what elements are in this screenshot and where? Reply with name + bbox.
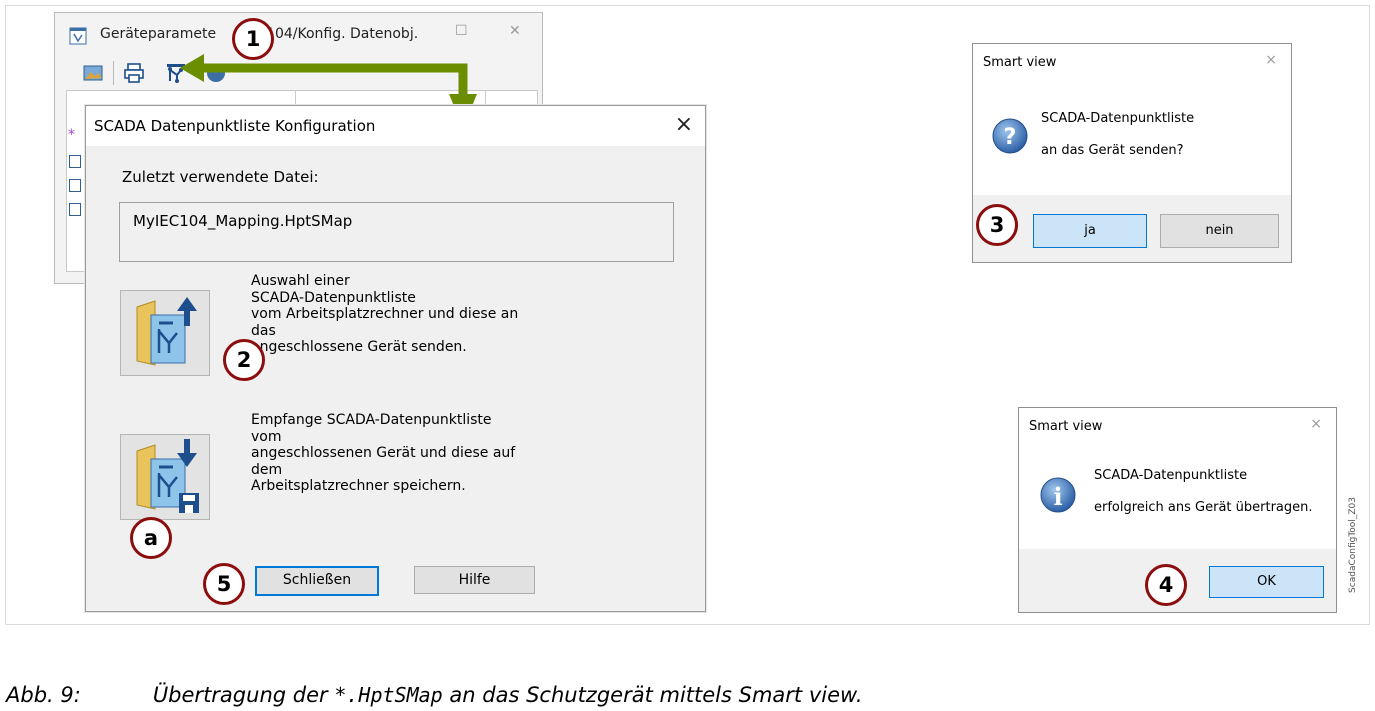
tree-item-icon[interactable] [69, 203, 81, 216]
frame-right [1369, 5, 1370, 625]
receive-list-button[interactable] [120, 434, 210, 520]
callout-1: 1 [232, 18, 274, 60]
frame-bottom [5, 624, 1370, 625]
info-close-icon[interactable]: × [1310, 416, 1322, 432]
tree-item-icon[interactable] [69, 179, 81, 192]
maximize-icon[interactable]: ☐ [455, 23, 468, 39]
send-list-button[interactable] [120, 290, 210, 376]
svg-text:i: i [1053, 482, 1062, 511]
last-file-value: MyIEC104_Mapping.HptSMap [133, 212, 353, 230]
callout-5: 5 [203, 563, 245, 605]
callout-2: 2 [223, 339, 265, 381]
print-icon[interactable] [123, 62, 145, 84]
dialog-close-icon[interactable]: × [675, 112, 693, 137]
callout-a: a [130, 517, 172, 559]
send-description: Auswahl einer SCADA-Datenpunktliste vom … [251, 273, 519, 355]
last-file-field: MyIEC104_Mapping.HptSMap [119, 202, 674, 262]
callout-3: 3 [976, 204, 1018, 246]
window-app-icon [69, 27, 87, 45]
dialog-titlebar: SCADA Datenpunktliste Konfiguration × [86, 106, 705, 146]
dialog-title: SCADA Datenpunktliste Konfiguration [94, 117, 376, 135]
smart-view-question-dialog: Smart view × ? SCADA-Datenpunktliste an … [972, 43, 1292, 263]
callout-4: 4 [1145, 564, 1187, 606]
toolbar-separator [113, 61, 114, 85]
question-dialog-title: Smart view [983, 55, 1057, 70]
question-message-line1: SCADA-Datenpunktliste [1041, 111, 1195, 126]
ok-button[interactable]: OK [1209, 566, 1324, 598]
tree-star-icon: * [68, 127, 75, 143]
frame-left [5, 5, 6, 625]
image-icon[interactable] [82, 62, 104, 84]
frame-top [5, 5, 1370, 6]
figure-caption: Abb. 9: Übertragung der *.HptSMap an das … [6, 683, 863, 707]
help-button[interactable]: Hilfe [414, 566, 535, 594]
info-message-line1: SCADA-Datenpunktliste [1094, 468, 1248, 483]
close-icon[interactable]: ✕ [509, 23, 521, 39]
receive-description: Empfange SCADA-Datenpunktliste vom anges… [251, 412, 516, 494]
info-dialog-title: Smart view [1029, 419, 1103, 434]
no-button[interactable]: nein [1160, 214, 1279, 248]
question-close-icon[interactable]: × [1265, 52, 1277, 68]
close-button[interactable]: Schließen [255, 566, 379, 596]
yes-button[interactable]: ja [1033, 214, 1147, 248]
scada-config-dialog: SCADA Datenpunktliste Konfiguration × Zu… [85, 105, 706, 612]
info-message-line2: erfolgreich ans Gerät übertragen. [1094, 500, 1313, 515]
info-icon: i [1040, 477, 1076, 513]
question-message-line2: an das Gerät senden? [1041, 143, 1184, 158]
last-file-label: Zuletzt verwendete Datei: [122, 168, 319, 186]
tree-item-icon[interactable] [69, 155, 81, 168]
side-label: ScadaConfigTool_Z03 [1348, 497, 1358, 593]
svg-text:?: ? [1004, 125, 1017, 150]
folder-upload-icon [136, 297, 197, 366]
question-icon: ? [992, 118, 1028, 154]
folder-download-icon [136, 439, 199, 513]
